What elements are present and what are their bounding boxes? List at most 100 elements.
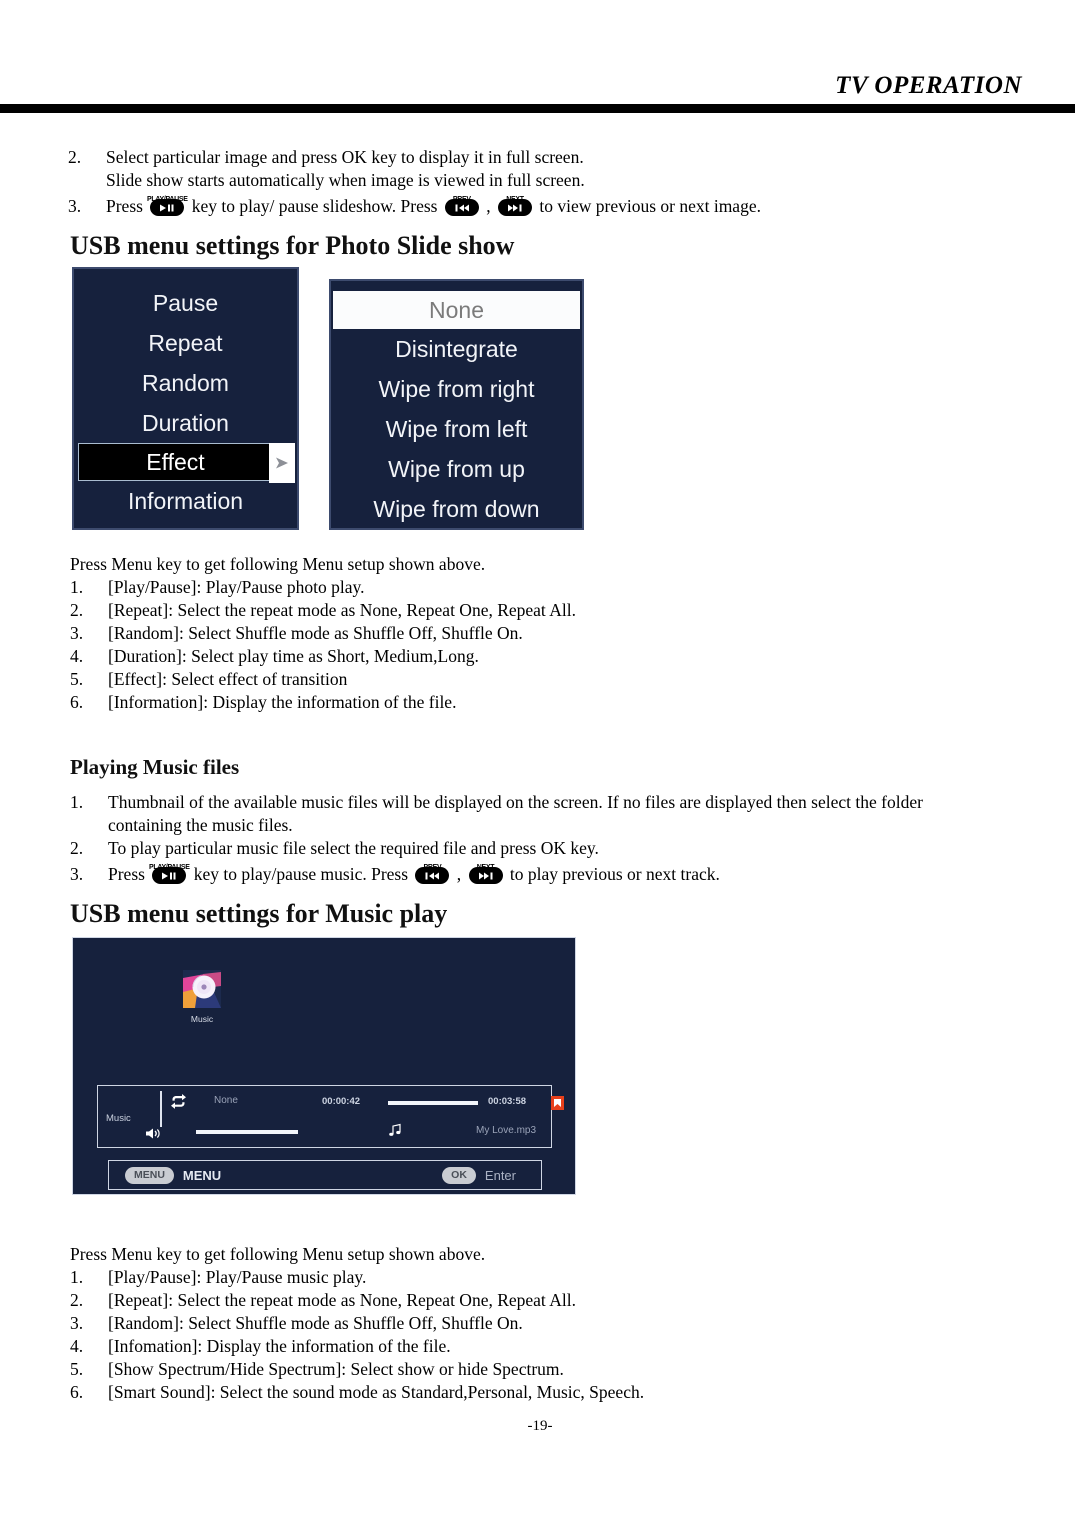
list-item-text: [Duration]: Select play time as Short, M…	[108, 646, 479, 666]
list-item-text: [Show Spectrum/Hide Spectrum]: Select sh…	[108, 1359, 564, 1379]
list-item-number: 3.	[70, 623, 84, 643]
list-item: 2. [Repeat]: Select the repeat mode as N…	[70, 599, 1010, 622]
comma-separator: ,	[486, 196, 491, 216]
osd-effect-option-none[interactable]: None	[333, 291, 580, 329]
list-item-text: [Repeat]: Select the repeat mode as None…	[108, 1290, 576, 1310]
list-item: 2. To play particular music file select …	[70, 837, 1030, 860]
list-item: 3. [Random]: Select Shuffle mode as Shuf…	[70, 622, 1010, 645]
osd-effect-option-wipe-from-left[interactable]: Wipe from left	[331, 409, 582, 449]
list-item-number: 6.	[70, 1382, 84, 1402]
music-menu-description-list: Press Menu key to get following Menu set…	[70, 1243, 1030, 1404]
stop-badge-icon	[551, 1094, 564, 1112]
music-cd-thumbnail-icon	[183, 970, 221, 1008]
osd-effect-option-wipe-from-up[interactable]: Wipe from up	[331, 449, 582, 489]
menu-hint-label: MENU	[182, 1167, 222, 1183]
step3-mid-text: key to play/ pause slideshow. Press	[191, 196, 438, 216]
menu-key-badge[interactable]: MENU	[125, 1166, 174, 1184]
photo-menu-description-list: Press Menu key to get following Menu set…	[70, 553, 1010, 714]
list-item-number: 1.	[70, 1267, 84, 1287]
repeat-icon[interactable]	[170, 1094, 187, 1114]
music-player-screenshot: Music Music None 00:00:42 00:03:58 My Lo…	[72, 937, 576, 1195]
list-item-number: 4.	[70, 646, 84, 666]
osd-menu-item-duration[interactable]: Duration	[74, 403, 297, 443]
volume-bar[interactable]	[196, 1130, 298, 1134]
volume-bar-fill	[196, 1130, 298, 1134]
player-hint-bar: MENU MENU OK Enter	[108, 1160, 542, 1190]
music-thumbnail[interactable]: Music	[167, 970, 237, 1024]
page-header-title: TV OPERATION	[835, 72, 1022, 99]
repeat-mode-value: None	[214, 1095, 238, 1106]
list-item: 1. [Play/Pause]: Play/Pause photo play.	[70, 576, 1010, 599]
list-item-number: 3.	[68, 196, 82, 216]
list-item-number: 1.	[70, 792, 84, 812]
list-item-text: [Play/Pause]: Play/Pause music play.	[108, 1267, 367, 1287]
step3-end-text: to view previous or next image.	[539, 196, 761, 216]
music-files-steps-list: 1. Thumbnail of the available music file…	[70, 791, 1030, 886]
submenu-arrow-icon	[269, 443, 295, 483]
list-item-text: Thumbnail of the available music files w…	[108, 792, 923, 812]
list-item-text: [Infomation]: Display the information of…	[108, 1336, 451, 1356]
osd-effect-option-wipe-from-down[interactable]: Wipe from down	[331, 489, 582, 529]
list-item-number: 3.	[70, 864, 84, 884]
list-item: 5. [Effect]: Select effect of transition	[70, 668, 1010, 691]
prev-track-icon: PREV	[415, 864, 450, 885]
current-file-name: My Love.mp3	[476, 1125, 537, 1136]
osd-menu-item-pause[interactable]: Pause	[74, 283, 297, 323]
music-menu-intro-text: Press Menu key to get following Menu set…	[70, 1244, 486, 1264]
list-item-number: 3.	[70, 1313, 84, 1333]
list-item-number: 5.	[70, 1359, 84, 1379]
list-item: 1. [Play/Pause]: Play/Pause music play.	[70, 1266, 1030, 1289]
play-pause-icon: PLAY/PAUSE	[147, 196, 188, 217]
total-time: 00:03:58	[488, 1096, 527, 1107]
list-item: 5. [Show Spectrum/Hide Spectrum]: Select…	[70, 1358, 1030, 1381]
ok-key-badge[interactable]: OK	[442, 1166, 476, 1184]
volume-icon[interactable]	[146, 1126, 160, 1144]
press-word: Press	[108, 864, 145, 884]
music-thumbnail-label: Music	[190, 1014, 214, 1024]
list-item: 4. [Duration]: Select play time as Short…	[70, 645, 1010, 668]
list-item-number: 5.	[70, 669, 84, 689]
music-section-heading: USB menu settings for Music play	[70, 899, 448, 928]
photo-osd-screenshot: Pause Repeat Random Duration Effect Info…	[72, 267, 584, 530]
list-item-text: [Effect]: Select effect of transition	[108, 669, 348, 689]
list-item: 4. [Infomation]: Display the information…	[70, 1335, 1030, 1358]
osd-main-menu-panel[interactable]: Pause Repeat Random Duration Effect Info…	[72, 267, 299, 530]
photo-section-heading: USB menu settings for Photo Slide show	[70, 231, 515, 260]
player-bottom-row: My Love.mp3	[138, 1122, 545, 1144]
music-note-icon	[388, 1123, 402, 1142]
osd-menu-item-random[interactable]: Random	[74, 363, 297, 403]
list-item-number: 2.	[68, 147, 82, 167]
player-top-row: None 00:00:42 00:03:58 1 / 1	[170, 1091, 564, 1114]
osd-menu-item-repeat[interactable]: Repeat	[74, 323, 297, 363]
list-item: 6. [Information]: Display the informatio…	[70, 691, 1010, 714]
music-files-heading: Playing Music files	[70, 755, 240, 779]
page-number: -19-	[527, 1418, 553, 1434]
music-step3-mid-text: key to play/pause music. Press	[193, 864, 409, 884]
osd-effect-option-wipe-from-right[interactable]: Wipe from right	[331, 369, 582, 409]
osd-effect-option-disintegrate[interactable]: Disintegrate	[331, 329, 582, 369]
osd-menu-item-information[interactable]: Information	[74, 481, 297, 521]
list-item: 1. Thumbnail of the available music file…	[70, 791, 1030, 814]
list-item-number: 4.	[70, 1336, 84, 1356]
list-item-text: [Random]: Select Shuffle mode as Shuffle…	[108, 623, 523, 643]
press-word: Press	[106, 196, 143, 216]
osd-effect-submenu-panel[interactable]: None Disintegrate Wipe from right Wipe f…	[329, 279, 584, 530]
list-item-text: [Random]: Select Shuffle mode as Shuffle…	[108, 1313, 523, 1333]
comma-separator: ,	[456, 864, 462, 884]
osd-menu-item-effect-wrapper: Effect	[74, 443, 297, 483]
list-item-text: [Information]: Display the information o…	[108, 692, 457, 712]
photo-menu-intro-text: Press Menu key to get following Menu set…	[70, 554, 486, 574]
list-item-text: Select particular image and press OK key…	[106, 147, 584, 167]
play-pause-icon: PLAY/PAUSE	[149, 864, 190, 885]
list-item: 6. [Smart Sound]: Select the sound mode …	[70, 1381, 1030, 1404]
progress-bar-fill	[388, 1101, 478, 1105]
list-item-text: [Play/Pause]: Play/Pause photo play.	[108, 577, 365, 597]
list-item-text: [Repeat]: Select the repeat mode as None…	[108, 600, 576, 620]
list-item: 3. Press PLAY/PAUSE key to play/pause mu…	[70, 863, 1030, 886]
elapsed-time: 00:00:42	[322, 1096, 361, 1107]
list-item-number: 2.	[70, 838, 84, 858]
progress-bar[interactable]	[388, 1101, 478, 1105]
list-item-text: [Smart Sound]: Select the sound mode as …	[108, 1382, 645, 1402]
list-item-continuation: containing the music files.	[108, 815, 293, 835]
osd-menu-item-effect[interactable]: Effect	[78, 443, 273, 481]
